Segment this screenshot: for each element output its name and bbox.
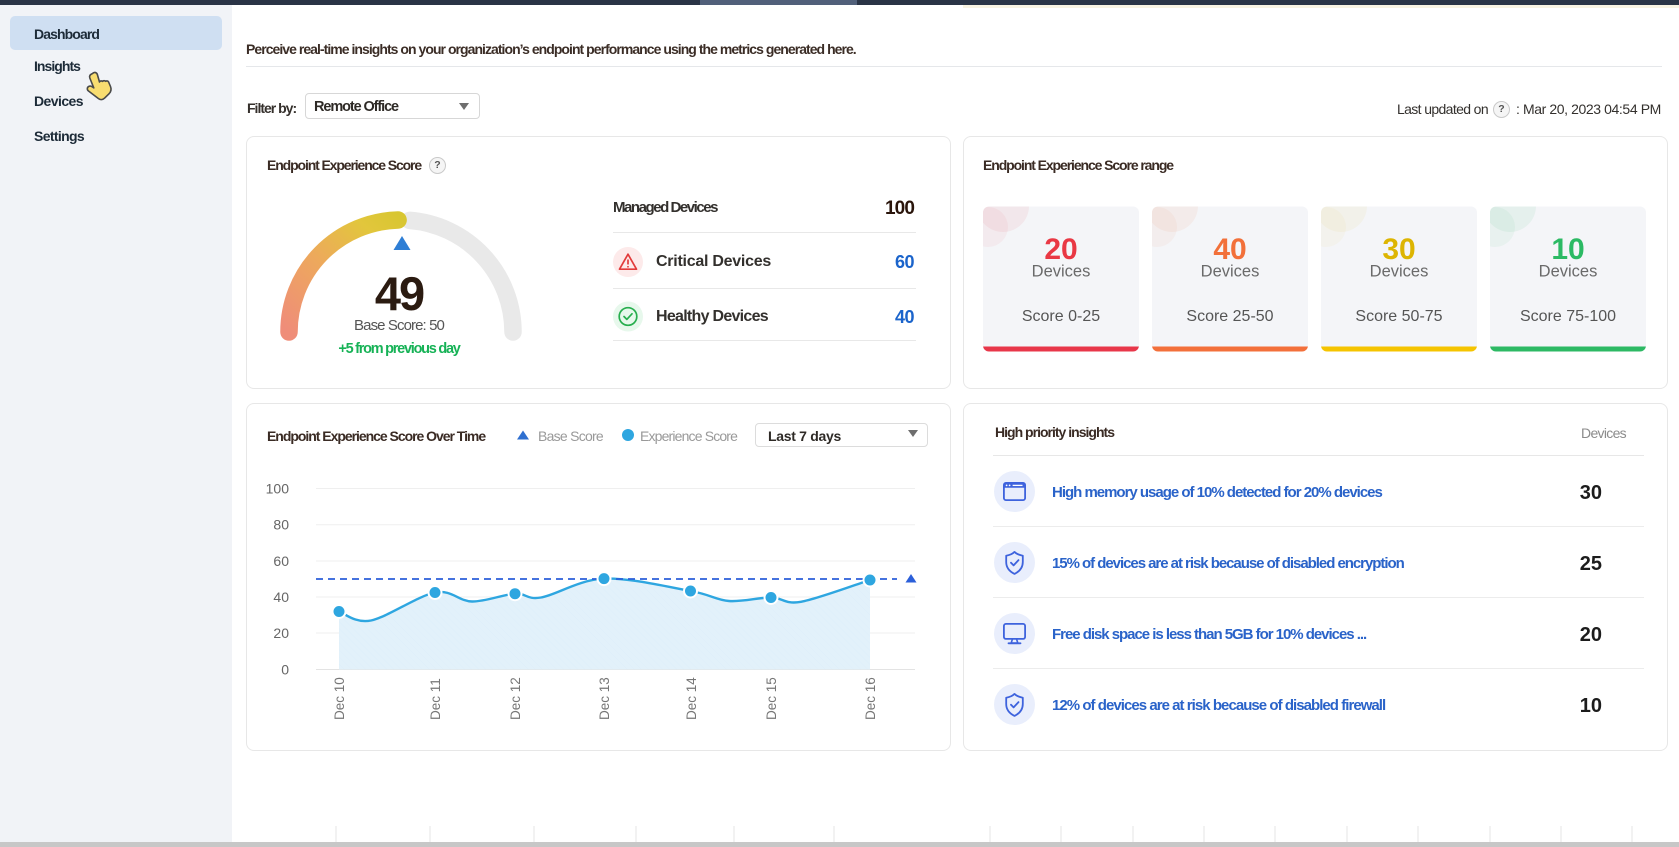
svg-text:Score 75-100: Score 75-100 — [1520, 308, 1616, 325]
svg-text:Dec 16: Dec 16 — [863, 677, 878, 720]
svg-text:Dec 10: Dec 10 — [332, 677, 347, 720]
svg-text:Score 50-75: Score 50-75 — [1355, 308, 1442, 325]
svg-text:Score 0-25: Score 0-25 — [1022, 308, 1100, 325]
svg-text:Dec 14: Dec 14 — [684, 677, 699, 720]
svg-text:100: 100 — [266, 481, 290, 497]
svg-text:80: 80 — [273, 517, 289, 533]
svg-text:Dec 15: Dec 15 — [764, 677, 779, 720]
svg-text:Score 25-50: Score 25-50 — [1186, 308, 1273, 325]
svg-text:30: 30 — [1382, 233, 1415, 266]
svg-text:Devices: Devices — [1201, 263, 1260, 281]
svg-text:10: 10 — [1551, 233, 1584, 266]
svg-text:40: 40 — [273, 589, 289, 605]
svg-text:20: 20 — [273, 625, 289, 641]
svg-text:Dec 11: Dec 11 — [428, 678, 443, 720]
svg-text:Devices: Devices — [1032, 263, 1091, 281]
svg-text:Devices: Devices — [1370, 263, 1429, 281]
svg-text:0: 0 — [281, 662, 289, 678]
svg-text:40: 40 — [1213, 233, 1246, 266]
svg-text:Devices: Devices — [1539, 263, 1598, 281]
svg-text:60: 60 — [273, 553, 289, 569]
svg-text:Dec 13: Dec 13 — [597, 677, 612, 720]
svg-text:20: 20 — [1044, 233, 1077, 266]
svg-text:Dec 12: Dec 12 — [508, 677, 523, 720]
